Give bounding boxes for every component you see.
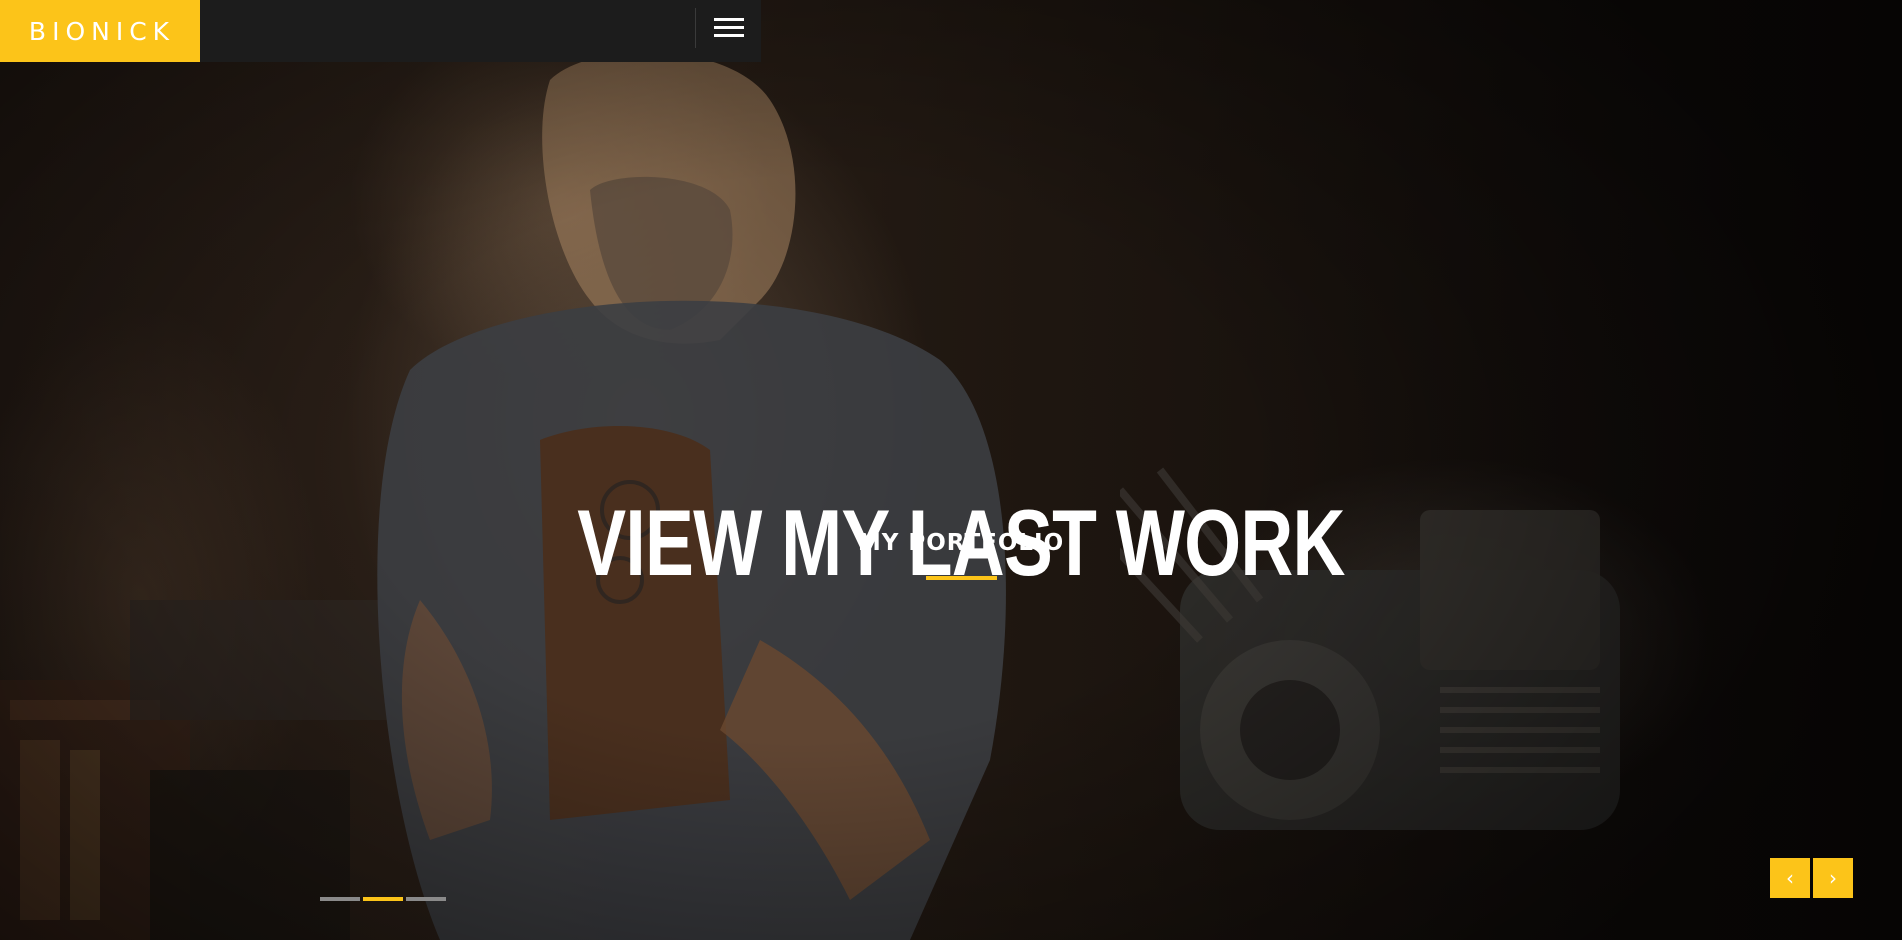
chevron-left-icon: ‹ [1786,866,1794,890]
hero-subtitle: MY PORTFOLIO [857,530,1065,556]
chevron-right-icon: › [1829,866,1837,890]
logo-text: BIONICK [28,16,176,46]
menu-divider [695,8,696,48]
slider-prev-button[interactable]: ‹ [1770,858,1810,898]
hamburger-menu-icon[interactable] [712,14,746,42]
top-navigation-bar: BIONICK [0,0,761,62]
slider-next-button[interactable]: › [1813,858,1853,898]
slider-dot-1[interactable] [320,897,360,901]
hero-background-photo [0,0,1902,940]
site-logo[interactable]: BIONICK [0,0,200,62]
hero-title-underline [926,576,997,580]
slider-pagination [320,897,446,901]
slider-dot-2[interactable] [363,897,403,901]
vignette-overlay [0,0,1902,940]
slider-dot-3[interactable] [406,897,446,901]
